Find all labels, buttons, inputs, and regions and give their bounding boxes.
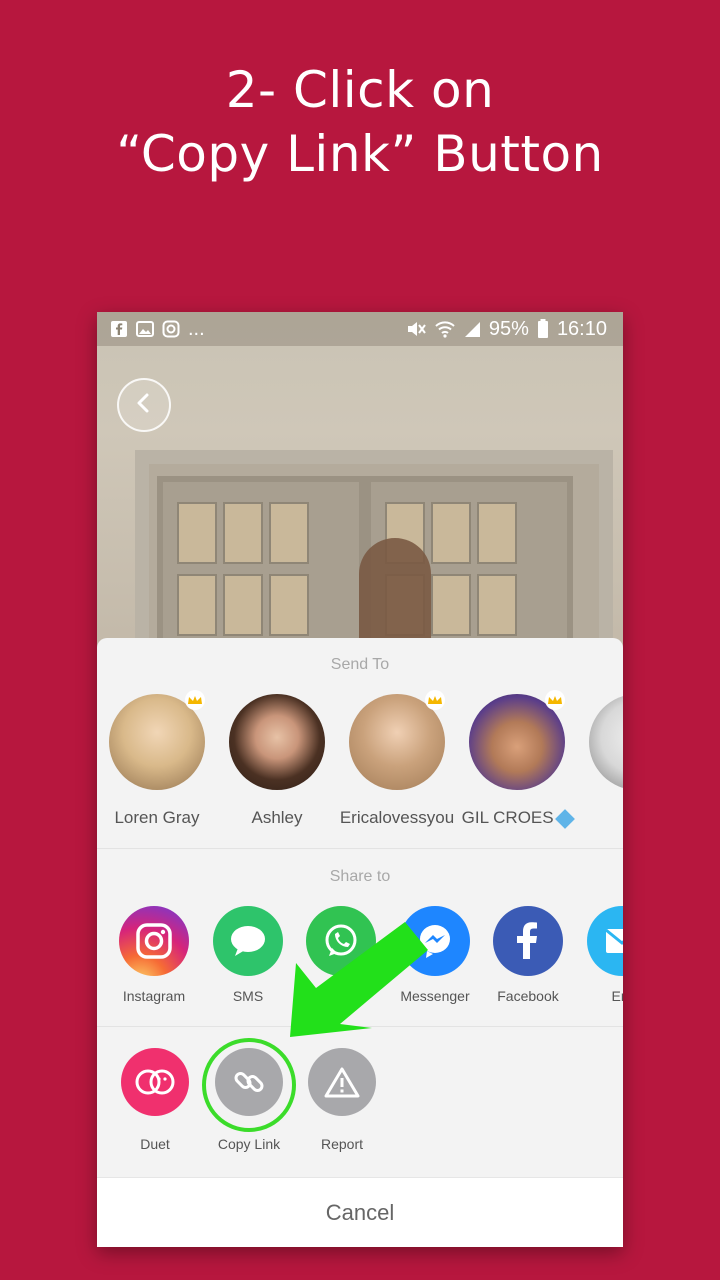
action-label: Duet xyxy=(140,1136,170,1152)
share-instagram[interactable]: Instagram xyxy=(106,906,202,1004)
send-to-user[interactable]: K xyxy=(577,694,623,828)
share-email[interactable]: Em xyxy=(574,906,623,1004)
send-to-user[interactable]: Loren Gray xyxy=(97,690,217,828)
divider xyxy=(97,848,623,849)
user-name: Ashley xyxy=(251,808,303,827)
sms-icon xyxy=(213,906,283,976)
signal-icon xyxy=(463,320,481,338)
share-label: Messenger xyxy=(400,988,470,1004)
send-to-title: Send To xyxy=(330,656,390,673)
crown-icon xyxy=(425,690,445,710)
action-label: Copy Link xyxy=(217,1136,281,1152)
avatar xyxy=(109,690,205,790)
crown-icon xyxy=(185,690,205,710)
crown-icon xyxy=(545,690,565,710)
divider xyxy=(97,1026,623,1027)
share-label: Instagram xyxy=(122,988,186,1004)
share-messenger[interactable]: Messenger xyxy=(387,906,483,1004)
share-targets: Instagram SMS p Messenger Facebook E xyxy=(97,906,623,1016)
avatar xyxy=(349,690,445,790)
instagram-icon xyxy=(119,906,189,976)
share-to-title: Share to xyxy=(329,868,391,885)
user-name: Ericalovessyou xyxy=(339,808,455,827)
send-to-user[interactable]: Ericalovessyou xyxy=(337,690,457,828)
copy-link-highlight-ring xyxy=(202,1038,296,1132)
send-to-user[interactable]: Ashley xyxy=(217,694,337,828)
share-label: p xyxy=(337,988,345,1004)
headline-line-2: “Copy Link” Button xyxy=(116,125,604,183)
cancel-button[interactable]: Cancel xyxy=(97,1177,623,1247)
avatar xyxy=(469,690,565,790)
facebook-icon xyxy=(110,320,128,338)
verified-icon xyxy=(555,808,576,829)
share-label: SMS xyxy=(232,988,264,1004)
video-background: ... 95% 16:10 xyxy=(97,312,623,652)
person-silhouette xyxy=(359,538,431,652)
actions-row: Duet Copy Link Report xyxy=(97,1048,623,1168)
share-whatsapp[interactable]: p xyxy=(293,906,389,1004)
warning-icon xyxy=(308,1048,376,1116)
user-name: K xyxy=(577,808,623,828)
mute-icon xyxy=(405,319,427,339)
avatar xyxy=(229,694,325,790)
headline-line-1: 2- Click on xyxy=(225,61,495,119)
share-facebook[interactable]: Facebook xyxy=(480,906,576,1004)
left-door xyxy=(157,476,365,652)
send-to-user[interactable]: GIL CROES xyxy=(457,690,577,829)
share-sheet: Send To Loren Gray Ashley Ericalovessyou xyxy=(97,638,623,1247)
share-sms[interactable]: SMS xyxy=(200,906,296,1004)
chevron-left-icon xyxy=(133,392,155,419)
clock: 16:10 xyxy=(556,318,607,340)
more-notifications: ... xyxy=(188,318,205,340)
user-name: GIL CROES xyxy=(457,808,577,829)
action-label: Report xyxy=(320,1136,364,1152)
share-label: Facebook xyxy=(497,988,559,1004)
share-label: Em xyxy=(611,988,624,1004)
battery-icon xyxy=(537,319,549,339)
back-button[interactable] xyxy=(117,378,171,432)
email-icon xyxy=(587,906,623,976)
battery-percent: 95% xyxy=(488,318,529,340)
instagram-icon xyxy=(162,320,180,338)
headline: 2- Click on “Copy Link” Button xyxy=(0,58,720,186)
user-name: Loren Gray xyxy=(114,808,200,827)
whatsapp-icon xyxy=(306,906,376,976)
wifi-icon xyxy=(435,320,455,338)
send-to-list: Loren Gray Ashley Ericalovessyou GIL CRO… xyxy=(97,690,623,844)
facebook-icon xyxy=(493,906,563,976)
avatar xyxy=(589,694,623,790)
duet-button[interactable]: Duet xyxy=(107,1048,203,1152)
report-button[interactable]: Report xyxy=(294,1048,390,1152)
image-icon xyxy=(136,320,154,338)
messenger-icon xyxy=(400,906,470,976)
status-bar: ... 95% 16:10 xyxy=(97,312,623,346)
phone-screenshot: ... 95% 16:10 Send To Loren Gray Ashley … xyxy=(97,312,623,1247)
duet-icon xyxy=(121,1048,189,1116)
